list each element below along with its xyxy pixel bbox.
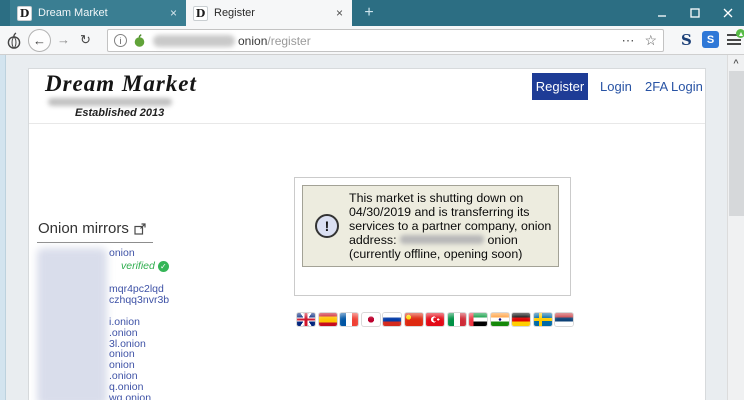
header-divider [29,123,705,124]
tor-onion-button[interactable] [6,32,22,55]
flag-es-icon[interactable] [319,313,337,326]
twofa-login-link[interactable]: 2FA Login [645,79,703,94]
close-window-button[interactable] [711,0,744,26]
flag-in-icon[interactable] [491,313,509,326]
alert-icon: ! [315,214,339,238]
mirror-link-fragment[interactable]: q.onion [109,382,151,393]
url-host: onion [238,34,267,48]
scroll-up-arrow[interactable]: ^ [728,55,744,68]
maximize-icon [690,8,700,18]
reload-button[interactable]: ↻ [80,32,91,48]
dream-market-favicon: D [193,6,208,21]
minimize-icon [657,8,667,18]
tab-bar: D Dream Market × D Register × + [0,0,744,26]
onion-mirrors-heading: Onion mirrors [38,220,146,237]
flag-cn-icon[interactable] [405,313,423,326]
maximize-button[interactable] [678,0,711,26]
address-bar[interactable]: i onion /register ⋯ ☆ [107,29,664,52]
mirror-link-fragment[interactable]: wq.onion [109,393,151,400]
redacted-logo-address [48,98,172,106]
page-actions-icon[interactable]: ⋯ [621,33,634,49]
language-flags [297,313,573,326]
flag-it-icon[interactable] [448,313,466,326]
new-tab-button[interactable]: + [356,0,382,26]
dream-market-favicon: D [17,6,32,21]
mirror-list: i.onion.onion3l.oniononiononion.onionq.o… [109,317,151,400]
left-gutter [0,55,6,400]
login-link[interactable]: Login [600,79,632,94]
close-tab-icon[interactable]: × [168,7,179,19]
menu-button[interactable] [727,34,741,45]
shutdown-notice-panel: ! This market is shutting down on 04/30/… [294,177,571,296]
shutdown-notice-text: This market is shutting down on 04/30/20… [349,191,552,261]
register-button[interactable]: Register [532,73,588,100]
scrollbar-thumb[interactable] [729,71,744,216]
mirror-link-fragment[interactable]: .onion [109,328,151,339]
noscript-addon-icon[interactable]: S [681,31,692,49]
page-card: Dream Market Established 2013 Register L… [28,68,706,400]
redacted-onion-address [400,235,484,244]
bookmark-star-icon[interactable]: ☆ [644,32,657,49]
mirror-secondary: mqr4pc2lqdczhqq3nvr3b [109,284,169,306]
url-path: /register [267,34,310,48]
flag-tr-icon[interactable] [426,313,444,326]
flag-de-icon[interactable] [512,313,530,326]
close-icon [723,8,733,18]
shutdown-notice-box: ! This market is shutting down on 04/30/… [302,185,559,267]
onion-icon [6,32,22,50]
minimize-button[interactable] [645,0,678,26]
notice-footer: (currently offline, opening soon) [349,247,552,261]
site-logo: Dream Market [45,71,197,97]
close-tab-icon[interactable]: × [334,7,345,19]
notice-address-suffix: onion [487,233,517,247]
onion-site-icon [133,34,146,48]
mirror-link-fragment[interactable]: onion [109,248,135,259]
flag-jp-icon[interactable] [362,313,380,326]
vertical-scrollbar[interactable]: ^ [727,55,744,400]
mirror-link-fragment[interactable]: czhqq3nvr3b [109,295,169,306]
tab-title: Register [214,7,334,19]
update-badge-icon [736,29,744,38]
site-info-icon[interactable]: i [114,34,127,47]
flag-se-icon[interactable] [534,313,552,326]
verified-check-icon: ✓ [158,261,169,272]
browser-toolbar: ← → ↻ i onion /register ⋯ ☆ S S [0,26,744,55]
verified-row: verified ✓ [121,260,169,272]
redacted-url [153,35,235,47]
browser-window: D Dream Market × D Register × + [0,0,744,400]
flag-ae-icon[interactable] [469,313,487,326]
mirrors-divider [37,242,153,243]
blue-s-addon-icon[interactable]: S [702,31,719,48]
flag-gb-icon[interactable] [297,313,315,326]
redacted-mirror-links [37,248,107,400]
onion-mirrors-label: Onion mirrors [38,220,129,237]
flag-fr-icon[interactable] [340,313,358,326]
verified-label: verified [121,260,155,272]
flag-rs-icon[interactable] [555,313,573,326]
external-link-icon[interactable] [134,223,146,235]
forward-button[interactable]: → [57,32,70,47]
tab-dream-market[interactable]: D Dream Market × [10,0,186,26]
site-tagline: Established 2013 [75,107,164,119]
tab-register[interactable]: D Register × [186,0,352,26]
tab-title: Dream Market [38,7,168,19]
window-controls [645,0,744,26]
back-button[interactable]: ← [28,29,51,52]
flag-ru-icon[interactable] [383,313,401,326]
